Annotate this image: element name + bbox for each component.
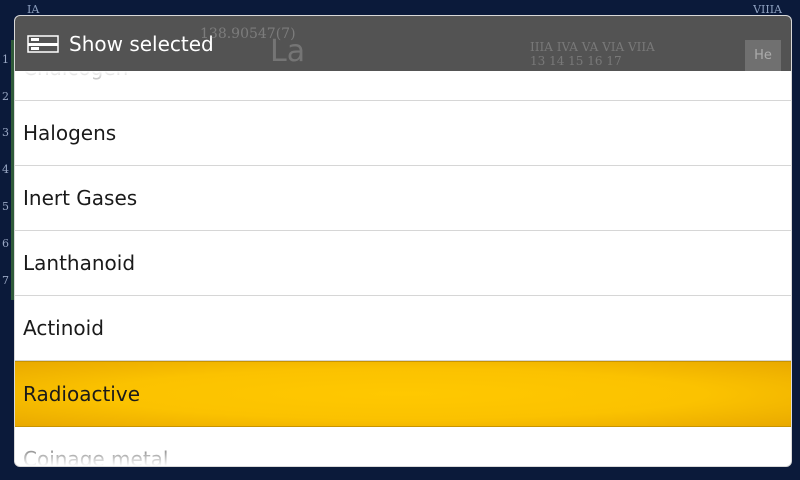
ghost-group-numbers: 13 14 15 16 17	[530, 54, 622, 68]
list-item-radioactive[interactable]: Radioactive	[15, 361, 791, 427]
ghost-group-names: IIIA IVA VA VIA VIIA	[530, 40, 655, 54]
list-select-icon	[27, 34, 59, 53]
group-ia-label: IA	[27, 3, 40, 16]
period-4: 4	[2, 163, 9, 176]
ghost-helium-cell: He	[745, 40, 781, 71]
list-item-halogens[interactable]: Halogens	[15, 101, 791, 166]
ghost-group-cells: IIIA IVA VA VIA VIIA 13 14 15 16 17	[530, 40, 755, 71]
ghost-atomic-weight: 138.90547(7)	[200, 26, 296, 42]
period-bar	[11, 40, 14, 300]
list-item-lanthanoid[interactable]: Lanthanoid	[15, 231, 791, 296]
period-1: 1	[2, 53, 9, 66]
dialog-title-bar: 138.90547(7) La IIIA IVA VA VIA VIIA 13 …	[15, 16, 791, 71]
period-3: 3	[2, 126, 9, 139]
list-item-coinage-metal[interactable]: Coinage metal	[15, 427, 791, 466]
show-selected-dialog: Chalcogen Halogens Inert Gases Lanthanoi…	[15, 16, 791, 466]
period-5: 5	[2, 200, 9, 213]
list-item-inert-gases[interactable]: Inert Gases	[15, 166, 791, 231]
list-item-actinoid[interactable]: Actinoid	[15, 296, 791, 361]
ghost-element-symbol: La	[270, 34, 306, 69]
dialog-title: Show selected	[69, 31, 214, 56]
period-7: 7	[2, 274, 9, 287]
group-viiia-label: VIIIA	[753, 3, 782, 16]
period-2: 2	[2, 90, 9, 103]
category-list[interactable]: Chalcogen Halogens Inert Gases Lanthanoi…	[15, 71, 791, 466]
list-item-chalcogen[interactable]: Chalcogen	[15, 71, 791, 101]
period-6: 6	[2, 237, 9, 250]
